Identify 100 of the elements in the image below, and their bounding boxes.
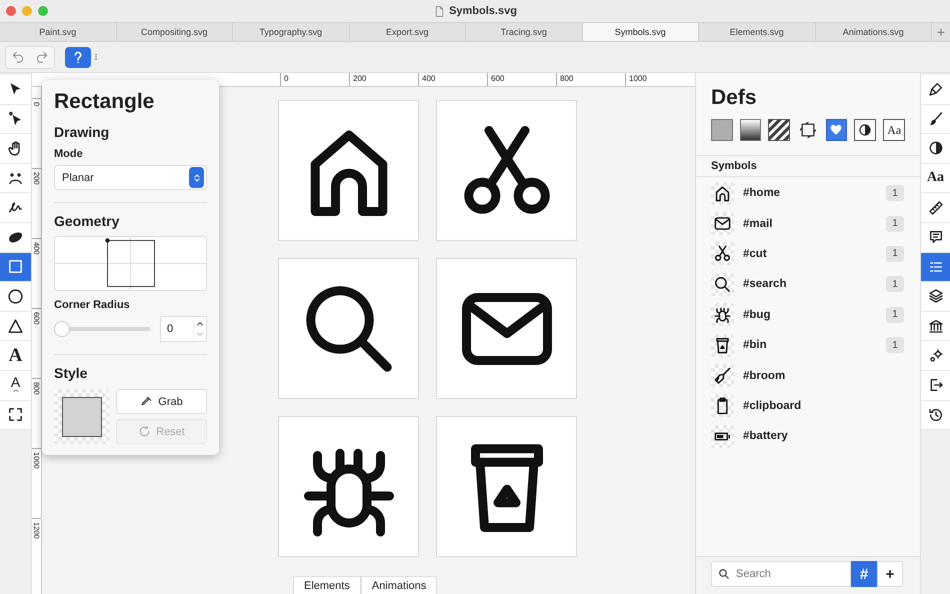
panel-button[interactable] (921, 75, 950, 105)
panel-button[interactable] (921, 193, 950, 223)
search-icon (718, 568, 730, 580)
heart-icon (829, 123, 844, 137)
document-tab[interactable]: Typography.svg (233, 23, 350, 41)
tool-button[interactable] (0, 134, 31, 164)
id-filter-toggle[interactable]: # (851, 561, 877, 587)
symbol-name: #bug (743, 308, 772, 321)
tool-button[interactable] (0, 312, 31, 342)
grab-button[interactable]: Grab (116, 389, 207, 414)
symbol-name: #clipboard (743, 400, 802, 412)
color-swatch-button[interactable] (711, 119, 733, 141)
symbol-name: #home (743, 187, 782, 200)
tool-button[interactable] (0, 282, 31, 312)
ruler-label: 1000 (625, 73, 685, 86)
tool-button[interactable] (0, 75, 31, 105)
panel-button[interactable] (921, 282, 950, 312)
panel-button[interactable] (921, 134, 950, 164)
symbol-button[interactable] (826, 119, 848, 141)
panel-tab[interactable]: Elements (293, 576, 361, 594)
symbol-row[interactable]: #mail 1 (696, 208, 920, 239)
tool-button[interactable] (0, 164, 31, 194)
panel-button[interactable] (921, 370, 950, 401)
document-tab[interactable]: Elements.svg (699, 23, 816, 41)
field-label: Mode (54, 148, 84, 160)
redo-icon (35, 50, 49, 64)
gears-icon (928, 348, 944, 364)
symbol-row[interactable]: #clipboard (696, 390, 920, 422)
anchor-grid-drawing[interactable] (54, 236, 207, 291)
ruler-label: 600 (487, 73, 556, 86)
symbol-row[interactable]: #broom (696, 360, 920, 391)
document-tab[interactable]: Export.svg (350, 23, 466, 41)
marker-button[interactable] (797, 119, 819, 141)
exit-arrow-icon (928, 377, 944, 394)
symbol-name: #cut (743, 248, 768, 260)
font-button[interactable]: Aa (883, 119, 905, 141)
symbol-row[interactable]: #bin 1 (696, 330, 920, 360)
field-label: Corner Radius (54, 299, 131, 311)
symbol-row[interactable]: #search 1 (696, 269, 920, 300)
close-button[interactable] (6, 6, 16, 16)
symbol-name: #mail (743, 218, 774, 230)
undo-icon (11, 50, 25, 64)
popover-title: Rectangle (54, 90, 156, 114)
slider-thumb[interactable] (54, 321, 70, 337)
tool-button[interactable] (0, 400, 31, 430)
pattern-swatch-button[interactable] (768, 119, 790, 141)
add-button[interactable]: + (877, 561, 903, 587)
section-header: Symbols (696, 156, 920, 177)
ruler-label: 0 (280, 73, 349, 86)
tool-button[interactable]: A (0, 370, 31, 401)
usage-count: 1 (886, 276, 904, 292)
panel-button[interactable] (921, 312, 950, 342)
fill-swatch[interactable] (54, 389, 109, 444)
section-heading: Geometry (54, 213, 120, 229)
document-tab[interactable]: Compositing.svg (116, 23, 233, 41)
document-tab[interactable]: Symbols.svg (582, 23, 699, 41)
symbol-row[interactable]: #cut 1 (696, 238, 920, 270)
ruler-icon (928, 200, 944, 216)
speech-bubble-icon (928, 229, 944, 246)
panel-tab[interactable]: Animations (360, 576, 438, 594)
tool-button[interactable]: A (0, 341, 31, 371)
document-tab[interactable]: Paint.svg (0, 23, 116, 41)
usage-count: 1 (886, 306, 904, 323)
refresh-icon (138, 425, 152, 438)
symbol-row[interactable]: #bug 1 (696, 300, 920, 330)
square-arrows-icon (798, 120, 818, 140)
usage-count: 1 (886, 246, 904, 262)
document-tab[interactable]: Animations.svg (816, 23, 932, 41)
usage-count: 1 (886, 216, 904, 232)
snap-button[interactable] (65, 46, 91, 68)
ruler-label: 800 (556, 73, 625, 86)
ruler-label: 400 (418, 73, 487, 86)
gradient-swatch-button[interactable] (740, 119, 762, 141)
tool-button[interactable] (0, 104, 31, 134)
square-icon (7, 258, 24, 276)
usage-count: 1 (886, 185, 904, 202)
mask-button[interactable] (854, 119, 876, 141)
symbol-row[interactable]: #home 1 (696, 178, 920, 208)
eyedropper-icon (140, 395, 154, 408)
panel-button[interactable] (921, 341, 950, 371)
building-icon (928, 318, 944, 334)
window-title: Symbols.svg (449, 5, 517, 17)
panel-button[interactable] (921, 104, 950, 134)
mode-select[interactable]: Planar (54, 165, 207, 190)
history-icon (928, 406, 944, 423)
tool-button[interactable] (0, 193, 31, 223)
pen-nib-icon (928, 81, 944, 98)
search-field[interactable]: Search (711, 561, 851, 587)
tool-button[interactable] (0, 222, 31, 253)
triangle-icon (7, 318, 24, 335)
usage-count: 1 (886, 337, 904, 354)
panel-button[interactable] (921, 222, 950, 253)
frame-corners-icon (7, 406, 24, 424)
panel-button[interactable]: Aa (921, 164, 950, 194)
node-pointer-icon (7, 110, 24, 128)
number-field[interactable]: 0 (160, 316, 207, 342)
symbol-name: #broom (743, 370, 786, 382)
layers-icon (928, 288, 944, 304)
symbol-row[interactable]: #battery (696, 421, 920, 452)
panel-button[interactable] (921, 400, 950, 430)
